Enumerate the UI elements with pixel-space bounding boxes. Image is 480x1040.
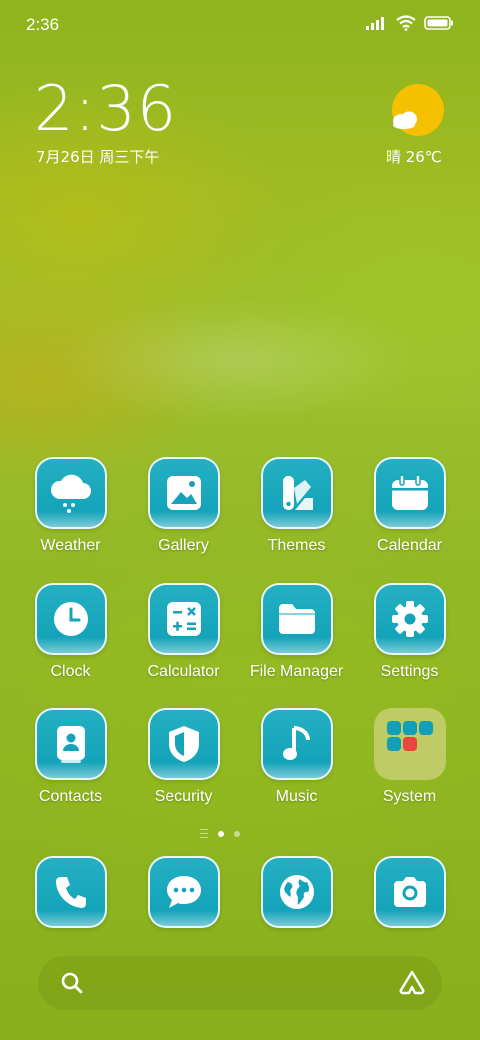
app-label: Contacts [38,788,103,805]
app-file-manager[interactable]: File Manager [240,583,353,681]
page-indicator-menu-icon [200,829,208,838]
mini-scanner-icon [386,737,401,751]
app-gallery[interactable]: Gallery [127,457,240,555]
clock-widget-time[interactable]: 2:36 [34,78,177,140]
search-bar[interactable] [38,956,442,1010]
calculator-icon [166,602,201,636]
app-security[interactable]: Security [127,708,240,806]
phone-icon [55,877,86,908]
app-tile[interactable] [260,856,333,928]
app-tile[interactable] [34,708,107,780]
signal-icon [366,17,384,30]
contacts-icon [56,726,85,763]
app-label: Settings [380,663,439,680]
app-settings[interactable]: Settings [353,583,466,681]
app-music[interactable]: Music [240,708,353,806]
app-tile[interactable] [147,457,220,529]
status-bar: 2:36 [0,0,480,48]
messages-icon [166,876,201,908]
app-calendar[interactable]: Calendar [353,457,466,555]
page-indicator[interactable] [200,829,240,838]
app-calculator[interactable]: Calculator [127,583,240,681]
app-system-folder[interactable]: System [353,708,466,806]
music-note-icon [282,726,310,760]
app-weather[interactable]: Weather [14,457,127,555]
app-tile[interactable] [147,708,220,780]
gear-icon [391,601,428,637]
app-label: File Manager [249,663,344,680]
app-tile[interactable] [373,583,446,655]
app-label: Calendar [377,537,442,554]
sunny-cloud-icon[interactable] [390,84,444,138]
app-themes[interactable]: Themes [240,457,353,555]
app-label: Themes [267,537,326,554]
weather-text: 晴 26℃ [386,148,442,166]
gallery-icon [166,476,201,510]
mini-compass-icon [402,721,417,735]
search-icon[interactable] [60,971,84,995]
wifi-icon [396,15,416,31]
app-label: Gallery [158,537,209,554]
mini-download-icon [386,721,401,735]
app-label: System [382,788,437,805]
weather-cloud-icon [50,474,91,513]
clock-icon [53,602,88,636]
app-label: Security [154,788,213,805]
app-tile[interactable] [260,708,333,780]
page-dot-active [218,830,224,837]
folder-system-icon[interactable] [373,708,446,780]
status-icons [366,15,454,31]
app-tile[interactable] [373,856,446,928]
app-tile[interactable] [147,856,220,928]
battery-icon [424,16,453,30]
themes-icon [282,476,313,510]
clock-widget-date: 7月26日 周三下午 [36,148,160,166]
app-contacts[interactable]: Contacts [14,708,127,806]
app-label: Weather [40,537,101,554]
mini-browser-icon [418,721,433,735]
app-tile[interactable] [260,583,333,655]
shield-icon [168,726,199,762]
dock-phone[interactable] [14,856,127,928]
app-tile[interactable] [34,583,107,655]
dock-camera[interactable] [353,856,466,928]
page-dot [234,830,240,837]
calendar-icon [391,474,428,510]
app-label: Clock [50,663,91,680]
app-clock[interactable]: Clock [14,583,127,681]
dock-browser[interactable] [240,856,353,928]
camera-icon [393,877,426,907]
app-label: Music [275,788,318,805]
folder-icon [278,604,315,634]
status-time: 2:36 [26,15,60,34]
browser-globe-icon [279,875,314,909]
app-vault-icon[interactable] [398,969,426,995]
app-tile[interactable] [34,856,107,928]
app-tile[interactable] [260,457,333,529]
mini-app-icon [402,737,417,751]
app-tile[interactable] [373,457,446,529]
app-tile[interactable] [147,583,220,655]
dock-messages[interactable] [127,856,240,928]
app-tile[interactable] [34,457,107,529]
app-label: Calculator [147,663,220,680]
